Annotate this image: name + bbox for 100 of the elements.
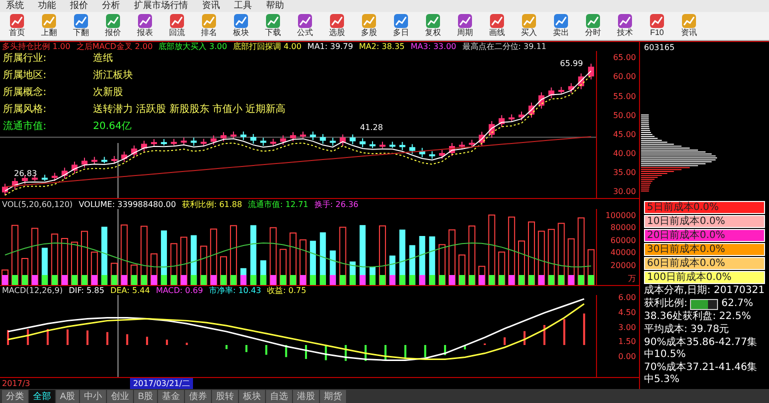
profit-value: 62.7% xyxy=(721,298,754,310)
indicator-label: VOL(5,20,60,120) xyxy=(2,199,73,209)
toolbar-button[interactable]: 板块 xyxy=(226,14,256,38)
axis-label: 40.00 xyxy=(612,149,637,158)
toolbar-button[interactable]: 多股 xyxy=(354,14,384,38)
axis-label: 30.00 xyxy=(612,187,637,196)
market-tab[interactable]: 自选 xyxy=(266,390,292,403)
axis-label: 万 xyxy=(627,274,637,283)
indicator-label: 多头持仓比例 1.00 xyxy=(2,42,70,52)
axis-label: 55.00 xyxy=(612,92,637,101)
market-tab[interactable]: A股 xyxy=(56,390,80,403)
axis-label: 60000 xyxy=(610,236,637,245)
market-tab[interactable]: 板块 xyxy=(239,390,266,403)
chip-stat: 70%成本37.21-41.46集中5.3% xyxy=(644,362,758,386)
menu-item[interactable]: 报价 xyxy=(70,0,88,12)
axis-label: 20000 xyxy=(610,261,637,270)
toolbar-button[interactable]: 报价 xyxy=(98,14,128,38)
toolbar-button[interactable]: F10 xyxy=(642,14,672,38)
toolbar-button[interactable]: 首页 xyxy=(2,14,32,38)
toolbar-button[interactable]: 回流 xyxy=(162,14,192,38)
market-tab[interactable]: 期货 xyxy=(320,390,346,403)
toolbar-button[interactable]: 公式 xyxy=(290,14,320,38)
chip-stat: 平均成本: 39.78元 xyxy=(644,324,730,336)
axis-label: 40000 xyxy=(610,248,637,258)
toolbar-button[interactable]: 下载 xyxy=(258,14,288,38)
menu-item[interactable]: 功能 xyxy=(38,0,56,12)
toolbar-button[interactable]: 资讯 xyxy=(674,14,704,38)
menu-item[interactable]: 资讯 xyxy=(202,0,220,12)
toolbar-button[interactable]: 卖出 xyxy=(546,14,576,38)
indicator-label: 市净率: 10.43 xyxy=(208,286,262,295)
toolbar-button[interactable]: 下翻 xyxy=(66,14,96,38)
indicator-label: 底部打回探调 4.00 xyxy=(233,42,302,52)
axis-label: 60.00 xyxy=(612,72,637,82)
toolbar-button[interactable]: 选股 xyxy=(322,14,352,38)
info-value: 次新股 xyxy=(93,87,123,98)
indicator-label: VOLUME: 339988480.00 xyxy=(78,199,176,209)
profit-label: 获利比例: xyxy=(644,298,688,310)
market-tab[interactable]: 基金 xyxy=(158,390,184,403)
indicator-label: MA3: 33.00 xyxy=(410,42,456,52)
chip-stat: 90%成本35.86-42.77集中10.5% xyxy=(644,337,758,361)
indicator-label: MACD: 0.69 xyxy=(156,286,203,295)
toolbar-button[interactable]: 买入 xyxy=(514,14,544,38)
info-label: 所属风格: xyxy=(3,104,48,116)
info-label: 所属概念: xyxy=(3,87,48,98)
market-tab[interactable]: 全部 xyxy=(29,390,55,403)
date-label: 2017/3 xyxy=(2,378,30,388)
price-label: 26.83 xyxy=(14,169,37,178)
indicator-label: 换手: 26.36 xyxy=(314,199,358,209)
menu-item[interactable]: 系统 xyxy=(6,0,24,12)
market-tab[interactable]: B股 xyxy=(134,390,158,403)
toolbar-button[interactable]: 技术 xyxy=(610,14,640,38)
axis-label: 3.00 xyxy=(618,322,637,332)
indicator-label: 底部放大买入 3.00 xyxy=(158,42,228,52)
chip-legend-item: 30日前成本0.0% xyxy=(644,243,765,256)
menu-item[interactable]: 扩展市场行情 xyxy=(134,0,188,12)
toolbar-button[interactable]: 多日 xyxy=(386,14,416,38)
menu-item[interactable]: 工具 xyxy=(234,0,252,12)
market-tab[interactable]: 创业 xyxy=(107,390,134,403)
toolbar-button[interactable]: 周期 xyxy=(450,14,480,38)
axis-label: 45.00 xyxy=(612,130,637,139)
toolbar-button[interactable]: 复权 xyxy=(418,14,448,38)
chip-legend-item: 60日前成本0.0% xyxy=(644,257,765,270)
market-tab[interactable]: 股转 xyxy=(212,390,238,403)
axis-label: 35.00 xyxy=(612,168,637,178)
menu-item[interactable]: 帮助 xyxy=(266,0,284,12)
axis-label: 50.00 xyxy=(612,110,637,120)
indicator-label: MA1: 39.79 xyxy=(307,42,354,52)
indicator-label: 之后MACD金叉 2.00 xyxy=(76,42,153,52)
market-tab[interactable]: 债券 xyxy=(185,390,212,403)
axis-label: 100000 xyxy=(604,210,637,220)
toolbar-button[interactable]: 上翻 xyxy=(34,14,64,38)
cursor-date-label: 2017/03/21/二 xyxy=(130,378,193,389)
info-label: 流通市值: xyxy=(3,121,48,132)
indicator-label: 最高点在二分位: 39.11 xyxy=(462,42,546,52)
chip-legend-item: 5日前成本0.0% xyxy=(644,201,765,214)
chip-legend-item: 10日前成本0.0% xyxy=(644,215,765,228)
menu-item[interactable]: 分析 xyxy=(102,0,120,12)
toolbar-button[interactable]: 分时 xyxy=(578,14,608,38)
indicator-label: 收益: 0.75 xyxy=(267,286,306,295)
toolbar-button[interactable]: 画线 xyxy=(482,14,512,38)
indicator-label: DIF: 5.85 xyxy=(68,286,104,295)
market-tab[interactable]: 分类 xyxy=(2,390,28,403)
chip-date: 成本分布,日期: 20170321 xyxy=(644,285,765,297)
market-tab[interactable]: 中小 xyxy=(80,390,106,403)
price-label: 65.99 xyxy=(560,59,583,68)
info-label: 所属行业: xyxy=(3,53,48,64)
toolbar-button[interactable]: 排名 xyxy=(194,14,224,38)
info-value: 送转潜力 活跃股 新股股东 市值小 近期新高 xyxy=(93,104,286,116)
stock-code: 603165 xyxy=(640,41,769,54)
indicator-label: 流通市值: 12.71 xyxy=(248,199,308,209)
info-value: 造纸 xyxy=(93,53,113,64)
axis-label: 80000 xyxy=(610,223,637,232)
indicator-label: 获利比例: 61.88 xyxy=(182,199,242,209)
indicator-label: MA2: 38.35 xyxy=(359,42,405,52)
info-label: 所属地区: xyxy=(3,70,48,82)
market-tab[interactable]: 港股 xyxy=(293,390,320,403)
price-label: 41.28 xyxy=(360,123,383,132)
axis-label: 0.00 xyxy=(618,352,637,362)
axis-label: 1.50 xyxy=(618,337,637,346)
toolbar-button[interactable]: 报表 xyxy=(130,14,160,38)
